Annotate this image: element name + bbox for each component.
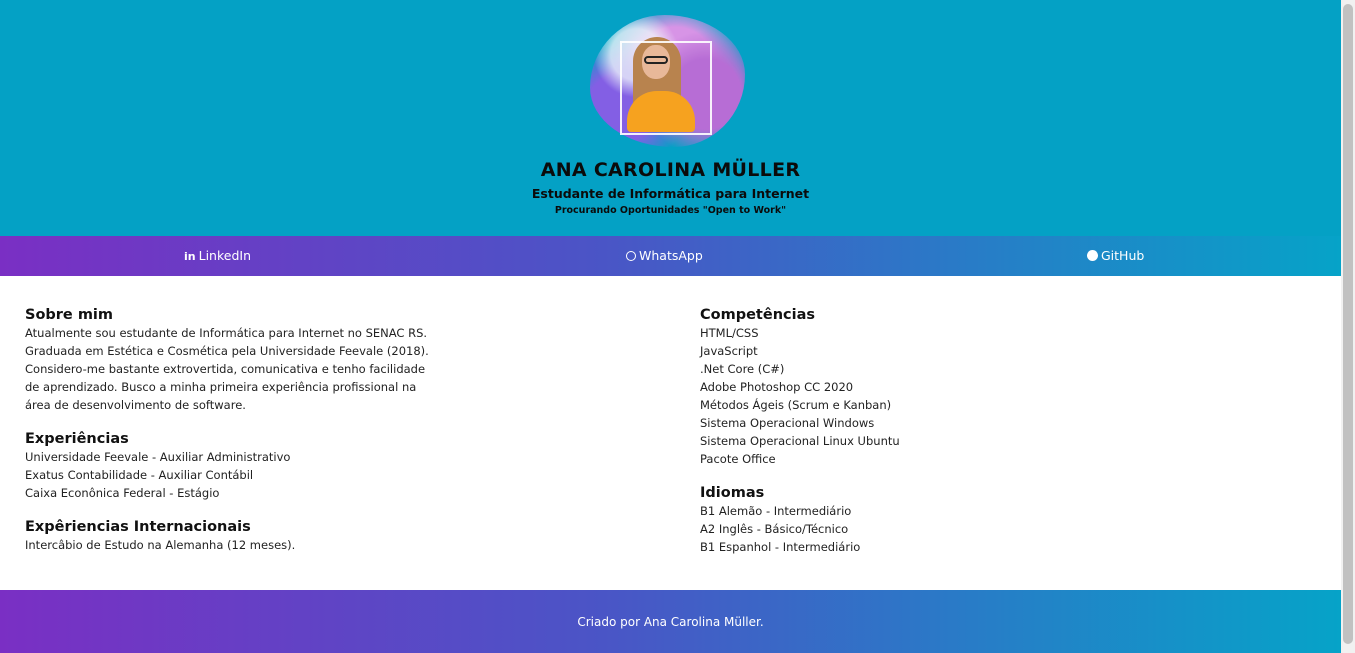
scrollbar-thumb[interactable] (1343, 4, 1353, 644)
page: ANA CAROLINA MÜLLER Estudante de Informá… (0, 0, 1341, 653)
profile-name: ANA CAROLINA MÜLLER (540, 159, 801, 181)
about-text: Atualmente sou estudante de Informática … (25, 324, 465, 414)
about-line: Graduada em Estética e Cosmética pela Un… (25, 344, 429, 358)
about-line: área de desenvolvimento de software. (25, 398, 246, 412)
profile-tagline: Procurando Oportunidades "Open to Work" (554, 205, 787, 216)
list-item: Pacote Office (700, 452, 776, 466)
about-title: Sobre mim (25, 307, 114, 323)
languages-title: Idiomas (700, 485, 765, 501)
whatsapp-label: WhatsApp (639, 248, 703, 263)
experience-list: Universidade Feevale - Auxiliar Administ… (25, 448, 465, 502)
github-label: GitHub (1101, 248, 1145, 263)
skills-title: Competências (700, 307, 815, 323)
whatsapp-link[interactable]: WhatsApp (626, 236, 703, 276)
languages-section: Idiomas B1 Alemão - Intermediário A2 Ing… (700, 484, 1100, 556)
skills-section: Competências HTML/CSS JavaScript .Net Co… (700, 306, 1100, 468)
photo-frame (620, 41, 712, 135)
whatsapp-icon (626, 251, 636, 261)
list-item: .Net Core (C#) (700, 362, 785, 376)
left-column: Sobre mim Atualmente sou estudante de In… (25, 306, 465, 570)
list-item: Exatus Contabilidade - Auxiliar Contábil (25, 468, 254, 482)
page-footer: Criado por Ana Carolina Müller. (0, 590, 1341, 653)
vertical-scrollbar[interactable] (1341, 0, 1355, 653)
profile-subtitle: Estudante de Informática para Internet (531, 186, 810, 201)
list-item: JavaScript (700, 344, 758, 358)
list-item: Intercâbio de Estudo na Alemanha (12 mes… (25, 538, 296, 552)
linkedin-icon: in (184, 250, 196, 263)
right-column: Competências HTML/CSS JavaScript .Net Co… (700, 306, 1100, 572)
list-item: B1 Espanhol - Intermediário (700, 540, 861, 554)
experience-section: Experiências Universidade Feevale - Auxi… (25, 430, 465, 502)
linkedin-link[interactable]: in LinkedIn (184, 236, 251, 276)
linkedin-label: LinkedIn (198, 248, 251, 263)
experience-title: Experiências (25, 431, 129, 447)
social-nav: in LinkedIn WhatsApp GitHub (0, 236, 1341, 276)
list-item: Universidade Feevale - Auxiliar Administ… (25, 450, 291, 464)
list-item: Sistema Operacional Windows (700, 416, 875, 430)
footer-credit: Criado por Ana Carolina Müller. (577, 615, 764, 629)
list-item: HTML/CSS (700, 326, 759, 340)
profile-photo (590, 15, 745, 147)
list-item: Sistema Operacional Linux Ubuntu (700, 434, 900, 448)
list-item: A2 Inglês - Básico/Técnico (700, 522, 849, 536)
skills-list: HTML/CSS JavaScript .Net Core (C#) Adobe… (700, 324, 1100, 468)
list-item: Caixa Econônica Federal - Estágio (25, 486, 220, 500)
about-line: Atualmente sou estudante de Informática … (25, 326, 428, 340)
profile-header: ANA CAROLINA MÜLLER Estudante de Informá… (0, 0, 1341, 236)
list-item: B1 Alemão - Intermediário (700, 504, 852, 518)
github-icon (1087, 250, 1098, 261)
about-line: Considero-me bastante extrovertida, comu… (25, 362, 426, 376)
international-section: Expêriencias Internacionais Intercâbio d… (25, 518, 465, 554)
main-content: Sobre mim Atualmente sou estudante de In… (0, 276, 1341, 590)
about-line: de aprendizado. Busco a minha primeira e… (25, 380, 417, 394)
languages-list: B1 Alemão - Intermediário A2 Inglês - Bá… (700, 502, 1100, 556)
international-title: Expêriencias Internacionais (25, 519, 251, 535)
about-section: Sobre mim Atualmente sou estudante de In… (25, 306, 465, 414)
international-list: Intercâbio de Estudo na Alemanha (12 mes… (25, 536, 465, 554)
github-link[interactable]: GitHub (1087, 236, 1144, 276)
list-item: Métodos Ágeis (Scrum e Kanban) (700, 398, 892, 412)
list-item: Adobe Photoshop CC 2020 (700, 380, 854, 394)
